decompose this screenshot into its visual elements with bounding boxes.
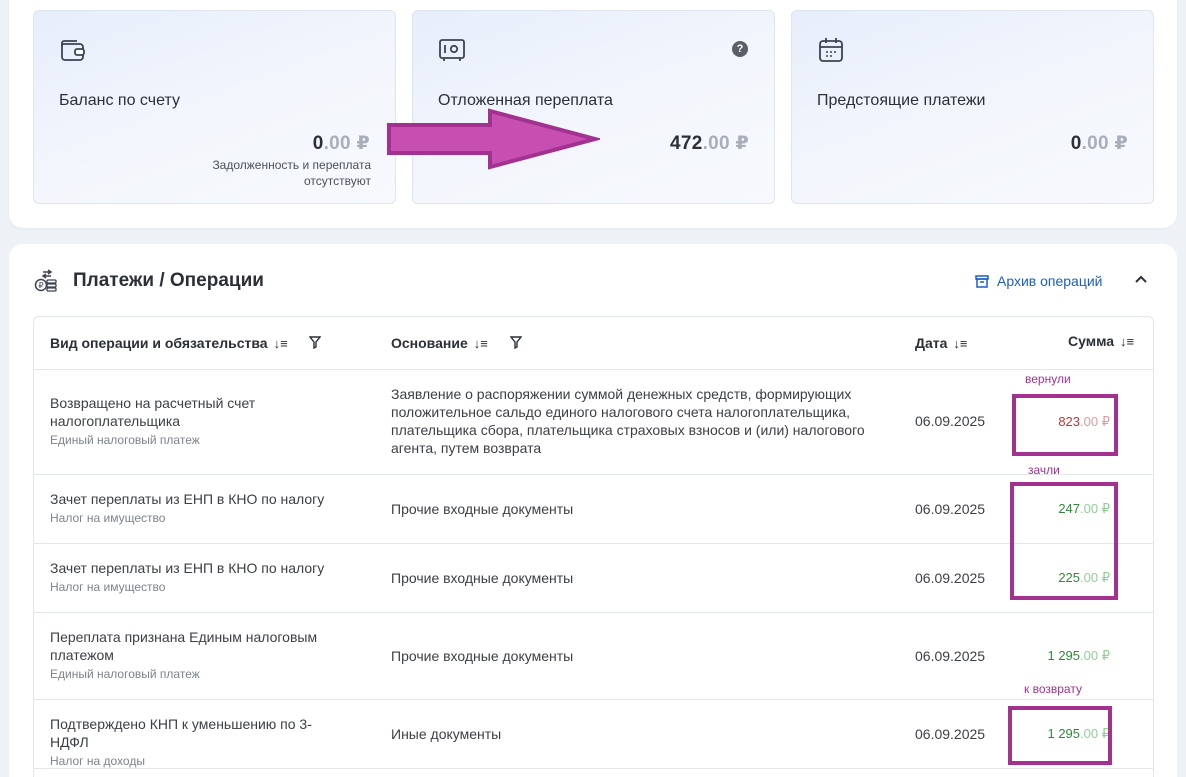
operation-date: 06.09.2025 [915,570,986,586]
column-header-basis[interactable]: Основание ↓≡ [391,335,488,351]
operation-basis: Прочие входные документы [391,501,574,517]
wallet-icon [61,40,85,61]
sort-icon[interactable]: ↓≡ [274,336,288,351]
operation-basis: Прочие входные документы [391,570,574,586]
balance-title: Баланс по счету [59,92,180,109]
operation-obligation: Единый налоговый платеж [50,667,200,681]
archive-link[interactable]: Архив операций [975,273,1103,289]
coins-exchange-icon: ₽ [34,269,57,292]
operation-basis: Прочие входные документы [391,648,574,664]
operation-name: Возвращено на расчетный счет налогоплате… [50,395,256,429]
annotation-label-offset: зачли [1028,463,1060,477]
operation-date: 06.09.2025 [915,726,986,742]
deferred-overpayment-card: ? Отложенная переплата 472.00 ₽ [412,10,775,204]
operation-name: Зачет переплаты из ЕНП в КНО по налогу [50,560,325,576]
operation-date: 06.09.2025 [915,501,986,517]
safe-icon [439,39,465,61]
filter-icon[interactable] [309,336,321,349]
operations-title: Платежи / Операции [73,270,264,291]
calendar-icon [819,38,843,62]
filter-icon[interactable] [510,336,522,349]
operation-name: Зачет переплаты из ЕНП в КНО по налогу [50,491,325,507]
column-header-sum[interactable]: Сумма ↓≡ [1068,333,1134,349]
table-row[interactable]: Переплата признана Единым налоговым плат… [34,613,1153,700]
table-row[interactable]: Зачет переплаты из ЕНП в КНО по налогу Н… [34,544,1153,613]
column-header-operation[interactable]: Вид операции и обязательства ↓≡ [50,335,288,351]
chevron-up-icon[interactable] [1134,272,1148,286]
operation-date: 06.09.2025 [915,413,986,429]
sort-icon[interactable]: ↓≡ [1120,334,1134,349]
operation-obligation: Единый налоговый платеж [50,433,200,447]
balance-card: Баланс по счету 0.00 ₽ Задолженность и п… [33,10,396,204]
archive-label: Архив операций [997,273,1103,289]
operation-obligation: Налог на доходы [50,754,145,768]
svg-text:₽: ₽ [38,281,43,290]
operation-date: 06.09.2025 [915,648,986,664]
deferred-amount: 472.00 ₽ [669,133,749,154]
operation-basis: Иные документы [391,726,502,742]
operations-table: Вид операции и обязательства ↓≡ Основание… [33,316,1154,777]
annotation-label-to-refund: к возврату [1024,682,1082,696]
annotation-arrow-icon [387,108,600,170]
table-row[interactable]: Возвращено на расчетный счет налогоплате… [34,370,1153,475]
sort-icon[interactable]: ↓≡ [953,336,967,351]
operation-sum: 1 295.00 ₽ [1047,648,1110,663]
balance-note: Задолженность и переплата отсутствуют [212,158,371,188]
operation-name: Подтверждено КНП к уменьшению по 3-НДФЛ [50,716,312,750]
operation-name: Переплата признана Единым налоговым плат… [50,629,318,663]
operation-basis: Заявление о распоряжении суммой денежных… [391,386,865,456]
column-header-date[interactable]: Дата ↓≡ [915,335,968,351]
balance-amount: 0.00 ₽ [312,133,370,154]
upcoming-payments-card: Предстоящие платежи 0.00 ₽ [791,10,1154,204]
sort-icon[interactable]: ↓≡ [474,336,488,351]
table-row[interactable]: Зачет переплаты из ЕНП в КНО по налогу Н… [34,475,1153,544]
operation-obligation: Налог на имущество [50,580,166,594]
archive-icon [975,274,989,288]
table-header: Вид операции и обязательства ↓≡ Основание… [34,317,1153,370]
annotation-box-returned [1012,394,1118,456]
annotation-box-to-refund [1008,706,1112,765]
annotation-label-returned: вернули [1025,372,1071,386]
upcoming-title: Предстоящие платежи [817,92,986,109]
annotation-box-offset [1010,482,1118,600]
upcoming-amount: 0.00 ₽ [1070,133,1128,154]
table-row[interactable]: Подтверждено КНП к уменьшению по 3-НДФЛ … [34,700,1153,769]
help-icon[interactable]: ? [732,41,748,57]
operations-panel: ₽ Платежи / Операции Архив операций Вид … [9,244,1177,777]
operation-obligation: Налог на имущество [50,511,166,525]
